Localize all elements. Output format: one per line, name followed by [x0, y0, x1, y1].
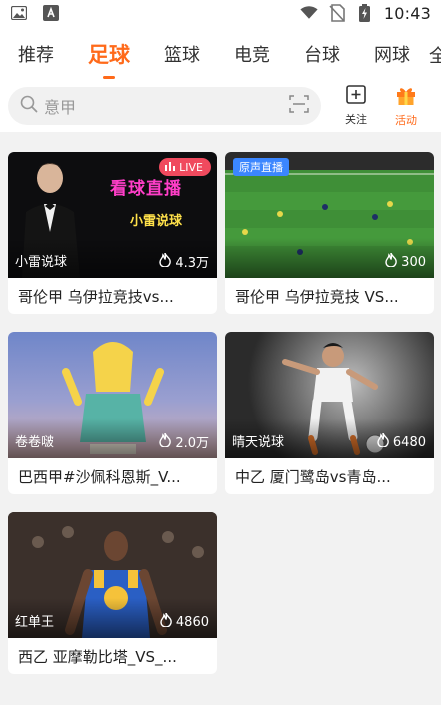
top-tabs: 推荐 足球 篮球 电竞 台球 网球 全 — [0, 26, 441, 80]
room-title: 哥伦甲 乌伊拉竞技 VS... — [235, 288, 399, 306]
search-icon — [20, 95, 38, 117]
live-room-card[interactable]: 红单王 4860 西乙 亚摩勒比塔_VS_... — [8, 512, 217, 674]
room-thumbnail[interactable]: 红单王 4860 — [8, 512, 217, 638]
live-room-card[interactable]: 看球直播 小雷说球 LIVE 小雷说球 4.3万 哥伦甲 乌伊拉竞技vs... — [8, 152, 217, 314]
anchor-name: 红单王 — [15, 615, 55, 630]
follow-button[interactable]: 关注 — [341, 85, 371, 127]
activity-button[interactable]: 活动 — [391, 84, 421, 128]
status-left — [10, 4, 60, 22]
heat-value: 6480 — [392, 434, 426, 450]
store-notification-icon — [42, 4, 60, 22]
flame-icon — [377, 432, 389, 451]
heat-count: 6480 — [377, 432, 426, 451]
flame-icon — [159, 432, 172, 451]
clock: 10:43 — [383, 3, 431, 23]
live-room-card[interactable]: 原声直播 300 哥伦甲 乌伊拉竞技 VS... — [225, 152, 434, 314]
heat-count: 4.3万 — [159, 252, 209, 271]
tab-basketball[interactable]: 篮球 — [164, 39, 200, 67]
tab-billiards[interactable]: 台球 — [304, 39, 340, 67]
no-sim-icon — [328, 4, 346, 22]
room-title: 西乙 亚摩勒比塔_VS_... — [18, 648, 177, 666]
live-room-card[interactable]: 卷卷啵 2.0万 巴西甲#沙佩科恩斯_V... — [8, 332, 217, 494]
battery-charging-icon — [356, 4, 374, 22]
flame-icon — [385, 252, 397, 271]
search-row: 意甲 关注 活动 — [0, 80, 441, 132]
status-right: 10:43 — [300, 4, 431, 23]
heat-count: 300 — [385, 252, 426, 271]
anchor-name: 晴天说球 — [232, 435, 285, 450]
live-room-card[interactable]: 晴天说球 6480 中乙 厦门鹭岛vs青岛... — [225, 332, 434, 494]
follow-icon — [346, 85, 366, 109]
tab-esports[interactable]: 电竞 — [234, 39, 270, 67]
room-title: 中乙 厦门鹭岛vs青岛... — [235, 468, 391, 486]
overlay-text-2: 小雷说球 — [130, 214, 183, 229]
gallery-notification-icon — [10, 4, 28, 22]
flame-icon — [160, 612, 172, 631]
anchor-name: 小雷说球 — [15, 255, 68, 270]
heat-value: 2.0万 — [175, 436, 209, 451]
live-bars-icon — [165, 161, 176, 174]
room-thumbnail[interactable]: 晴天说球 6480 — [225, 332, 434, 458]
search-input[interactable]: 意甲 — [44, 94, 289, 118]
tab-tennis[interactable]: 网球 — [374, 39, 410, 67]
tab-overflow[interactable]: 全 — [429, 42, 441, 68]
room-thumbnail[interactable]: 看球直播 小雷说球 LIVE 小雷说球 4.3万 — [8, 152, 217, 278]
activity-label: 活动 — [395, 114, 417, 127]
scan-icon[interactable] — [289, 95, 309, 117]
follow-label: 关注 — [345, 113, 367, 126]
status-bar: 10:43 — [0, 0, 441, 26]
gift-icon — [395, 84, 417, 110]
tab-recommend[interactable]: 推荐 — [18, 39, 54, 67]
heat-count: 4860 — [160, 612, 209, 631]
room-thumbnail[interactable]: 卷卷啵 2.0万 — [8, 332, 217, 458]
overlay-text-1: 看球直播 — [110, 179, 182, 199]
room-title: 哥伦甲 乌伊拉竞技vs... — [18, 288, 174, 306]
heat-value: 300 — [401, 254, 426, 270]
heat-count: 2.0万 — [159, 432, 209, 451]
room-title: 巴西甲#沙佩科恩斯_V... — [18, 468, 181, 486]
tab-football[interactable]: 足球 — [88, 37, 130, 69]
heat-value: 4860 — [175, 614, 209, 630]
flame-icon — [159, 252, 172, 271]
room-thumbnail[interactable]: 原声直播 300 — [225, 152, 434, 278]
app-root: 10:43 推荐 足球 篮球 电竞 台球 网球 全 意甲 关注 活动 看球直播 … — [0, 0, 441, 705]
heat-value: 4.3万 — [175, 256, 209, 271]
original-audio-badge: 原声直播 — [233, 158, 289, 176]
live-room-grid: 看球直播 小雷说球 LIVE 小雷说球 4.3万 哥伦甲 乌伊拉竞技vs... … — [8, 152, 434, 674]
live-badge-label: LIVE — [179, 160, 203, 174]
search-box[interactable]: 意甲 — [8, 87, 321, 125]
anchor-name: 卷卷啵 — [15, 435, 55, 450]
wifi-icon — [300, 4, 318, 22]
live-badge: LIVE — [159, 158, 211, 176]
